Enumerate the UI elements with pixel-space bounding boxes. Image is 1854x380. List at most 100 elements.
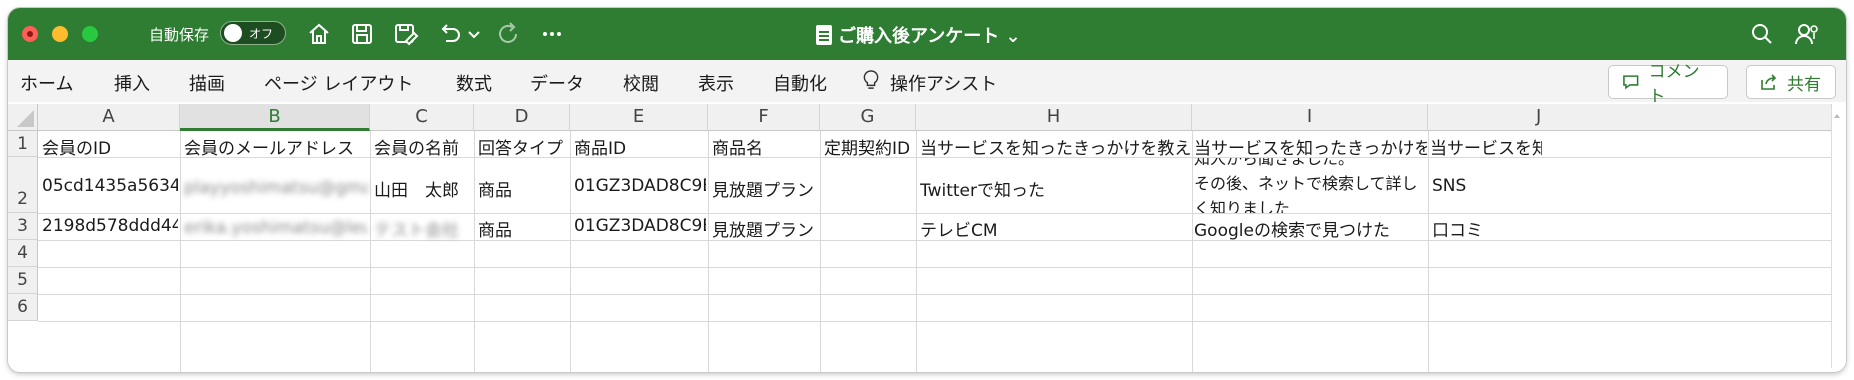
share-icon [1761,74,1777,90]
save-icon[interactable] [348,20,376,48]
close-window-button[interactable] [22,26,38,42]
tab-data[interactable]: データ [530,70,584,96]
cell-i2-line-3: く知りました [1194,199,1291,213]
cell-a2[interactable]: 05cd1435a563417 [42,176,178,196]
row-header-6[interactable]: 6 [8,294,38,321]
cell-h2[interactable]: Twitterで知った [920,176,1191,201]
grid-line [38,321,1832,322]
column-header-f[interactable]: F [708,104,820,131]
row-header-1[interactable]: 1 [8,131,38,157]
row-header-4[interactable]: 4 [8,240,38,267]
grid-line [708,131,709,372]
cell-i2-line-2: その後、ネットで検索して詳し [1194,174,1418,193]
column-header-c[interactable]: C [370,104,474,131]
spreadsheet-grid: A B C D E F G H I J 1 2 3 4 5 6 会員のID 会員… [8,102,1846,372]
cell-c3[interactable]: テスト会社 [374,216,472,241]
cell-j1[interactable]: 当サービスを知 [1430,134,1542,159]
row-header-5[interactable]: 5 [8,267,38,294]
column-header-g[interactable]: G [820,104,916,131]
cell-c2[interactable]: 山田 太郎 [374,176,472,201]
grid-line [570,131,571,372]
column-header-j-label: J [1536,106,1542,127]
comment-label: コメント [1648,62,1700,107]
cell-i2[interactable]: 知人から聞きました。 その後、ネットで検索して詳し く知りました [1194,158,1427,213]
cell-f3[interactable]: 見放題プラン [712,216,818,241]
lightbulb-icon [862,68,880,97]
tab-page-layout[interactable]: ページ レイアウト [264,70,413,96]
toggle-knob [224,24,242,42]
tab-view[interactable]: 表示 [698,70,734,96]
cell-j2[interactable]: SNS [1432,176,1542,196]
redo-icon[interactable] [494,20,522,48]
column-header-d[interactable]: D [474,104,570,131]
save-as-icon[interactable] [392,20,420,48]
cell-a3[interactable]: 2198d578ddd4496 [42,216,178,236]
cell-b1[interactable]: 会員のメールアドレス [184,134,368,159]
grid-line [916,131,917,372]
undo-icon[interactable] [436,20,464,48]
column-header-b[interactable]: B [180,104,370,131]
tab-home[interactable]: ホーム [20,70,73,96]
share-label: 共有 [1787,74,1821,95]
cell-h1[interactable]: 当サービスを知ったきっかけを教えて [920,134,1191,159]
column-header-e[interactable]: E [570,104,708,131]
excel-window: 自動保存 オフ ご購入後アンケート ⌄ ホーム 挿入 描画 ページ レイアウト … [8,8,1846,372]
grid-line [370,131,371,372]
cell-g1[interactable]: 定期契約ID [824,134,914,159]
home-icon[interactable] [305,20,333,48]
share-button[interactable]: 共有 [1746,65,1836,99]
cell-f2[interactable]: 見放題プラン [712,176,818,201]
zoom-window-button[interactable] [82,26,98,42]
grid-line [180,131,181,372]
tab-formulas[interactable]: 数式 [456,70,492,96]
cell-b2[interactable]: playyoshimatsu@gmail.com [184,178,368,198]
grid-line [38,213,1832,214]
grid-line [1192,131,1193,372]
comment-icon [1623,75,1639,90]
tab-automate[interactable]: 自動化 [773,70,827,96]
grid-line [38,294,1832,295]
column-header-a[interactable]: A [38,104,180,131]
document-title[interactable]: ご購入後アンケート ⌄ [816,22,1021,48]
cell-i2-line-1: 知人から聞きました。 [1194,158,1355,168]
search-icon[interactable] [1748,20,1776,48]
vertical-scrollbar[interactable] [1831,106,1842,368]
grid-line [38,267,1832,268]
minimize-window-button[interactable] [52,26,68,42]
column-header-h[interactable]: H [916,104,1192,131]
more-icon[interactable] [538,20,566,48]
undo-dropdown-icon[interactable] [466,20,482,48]
cell-e1[interactable]: 商品ID [574,134,706,159]
row-header-3[interactable]: 3 [8,213,38,240]
grid-line [1428,131,1429,372]
cell-h3[interactable]: テレビCM [920,216,1191,241]
tab-review[interactable]: 校閲 [623,70,659,96]
cell-d3[interactable]: 商品 [478,216,568,241]
cell-d1[interactable]: 回答タイプ [478,134,568,159]
autosave-toggle[interactable]: オフ [220,21,286,45]
select-all-corner[interactable] [8,104,38,131]
document-icon [816,25,832,45]
cell-a1[interactable]: 会員のID [42,134,178,159]
scroll-up-icon[interactable] [1832,111,1842,121]
comment-button[interactable]: コメント [1608,62,1728,107]
tab-draw[interactable]: 描画 [189,70,225,96]
cell-f1[interactable]: 商品名 [712,134,818,159]
tab-insert[interactable]: 挿入 [114,70,150,96]
cell-j3[interactable]: 口コミ [1432,216,1542,241]
cell-c1[interactable]: 会員の名前 [374,134,472,159]
tab-tell-me[interactable]: 操作アシスト [890,70,997,96]
document-title-text: ご購入後アンケート ⌄ [838,26,1021,47]
cell-i1[interactable]: 当サービスを知ったきっかけを教 [1194,134,1427,159]
cell-d2[interactable]: 商品 [478,176,568,201]
cell-e2[interactable]: 01GZ3DAD8C9EG [574,176,706,196]
cell-b3[interactable]: erika.yoshimatsu@leu.jp [184,218,368,238]
autosave-state: オフ [249,27,274,41]
cell-e3[interactable]: 01GZ3DAD8C9EG [574,216,706,236]
account-icon[interactable] [1793,20,1821,48]
column-header-j[interactable]: J [1428,104,1832,131]
row-header-2[interactable]: 2 [8,157,38,213]
cell-i3[interactable]: Googleの検索で見つけた [1194,216,1427,241]
column-header-i[interactable]: I [1192,104,1428,131]
grid-line [474,131,475,372]
